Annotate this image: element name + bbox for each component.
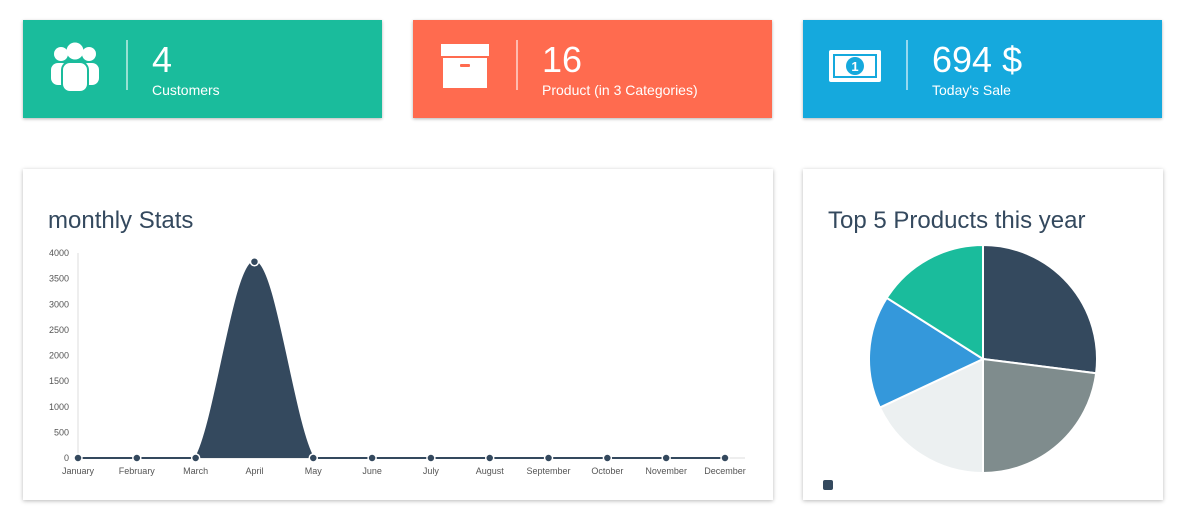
- y-tick-label: 1500: [49, 376, 69, 386]
- x-tick-label: July: [423, 466, 440, 476]
- legend-swatch[interactable]: [823, 480, 833, 490]
- series-area: [78, 261, 725, 458]
- products-card: 16 Product (in 3 Categories): [413, 20, 772, 118]
- x-tick-label: September: [527, 466, 571, 476]
- data-point: [308, 453, 319, 463]
- y-tick-label: 500: [54, 427, 69, 437]
- pie-slice: [982, 357, 1098, 475]
- top-products-panel: Top 5 Products this year: [803, 169, 1163, 500]
- products-count: 16: [542, 39, 583, 80]
- data-point: [249, 256, 260, 267]
- sales-label: Today's Sale: [932, 82, 1011, 98]
- x-tick-label: November: [645, 466, 687, 476]
- svg-text:1: 1: [851, 59, 858, 74]
- y-tick-label: 2500: [49, 325, 69, 335]
- y-tick-label: 1000: [49, 402, 69, 412]
- customers-card: 4 Customers: [23, 20, 382, 118]
- data-point: [73, 453, 83, 463]
- data-point: [543, 453, 554, 463]
- top-products-pie-chart: [868, 243, 1098, 475]
- data-point: [367, 453, 377, 463]
- x-tick-label: January: [62, 466, 95, 476]
- x-tick-label: August: [476, 466, 505, 476]
- card-divider: [906, 40, 908, 90]
- money-bill-icon: 1: [829, 50, 881, 82]
- x-tick-label: April: [245, 466, 263, 476]
- sales-amount: 694 $: [932, 39, 1023, 80]
- monthly-stats-chart: 0 500 1000 1500 2000 2500 3000 3500 4000 January F…: [49, 248, 746, 476]
- x-tick-label: March: [183, 466, 208, 476]
- x-tick-label: February: [119, 466, 156, 476]
- card-divider: [516, 40, 518, 90]
- y-tick-label: 4000: [49, 248, 69, 258]
- archive-box-icon: [441, 44, 489, 88]
- data-point: [132, 453, 142, 463]
- x-tick-label: December: [704, 466, 746, 476]
- monthly-stats-panel: monthly Stats 0 500 1000 1500 2000 2500 3000 35…: [23, 169, 773, 500]
- card-divider: [126, 40, 128, 90]
- x-tick-label: October: [591, 466, 623, 476]
- x-tick-label: June: [362, 466, 382, 476]
- users-icon: [51, 42, 99, 93]
- data-point: [661, 453, 671, 463]
- y-tick-label: 3000: [49, 299, 69, 309]
- customers-label: Customers: [152, 82, 220, 98]
- data-point: [190, 453, 201, 463]
- data-point: [602, 453, 613, 463]
- y-tick-label: 3500: [49, 274, 69, 284]
- pie-slice: [982, 243, 1098, 375]
- data-point: [426, 453, 436, 463]
- y-tick-label: 2000: [49, 351, 69, 361]
- customers-count: 4: [152, 39, 173, 80]
- products-label: Product (in 3 Categories): [542, 82, 698, 98]
- data-point: [484, 453, 495, 463]
- x-tick-label: May: [305, 466, 323, 476]
- series-line: [78, 260, 725, 459]
- data-point: [720, 453, 730, 463]
- y-tick-label: 0: [64, 453, 69, 463]
- sales-card: 1 694 $ Today's Sale: [803, 20, 1162, 118]
